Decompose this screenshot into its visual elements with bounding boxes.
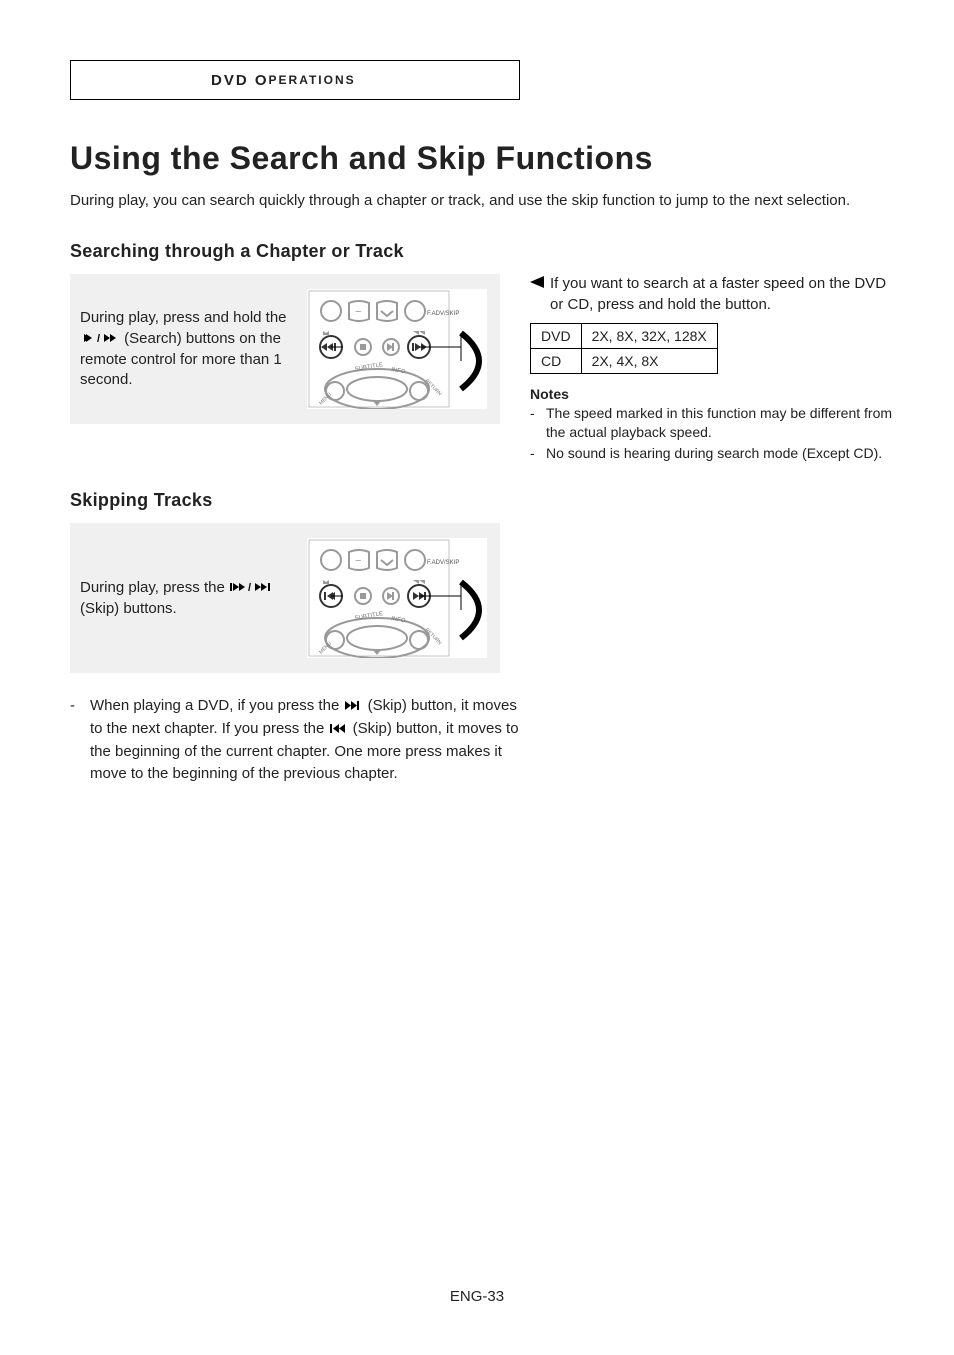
svg-text:F.ADV/SKIP: F.ADV/SKIP xyxy=(427,311,459,317)
skip-explanation: - When playing a DVD, if you press the (… xyxy=(70,695,899,784)
header-title-small: PERATIONS xyxy=(269,73,356,87)
remote-diagram-2: − F.ADV/SKIP xyxy=(307,538,487,658)
search-instruction-block: During play, press and hold the / (Searc… xyxy=(70,274,500,424)
section1-right: If you want to search at a faster speed … xyxy=(530,274,899,464)
page-title: Using the Search and Skip Functions xyxy=(70,140,899,177)
svg-text:−: − xyxy=(355,555,361,567)
remote-diagram-1: − F.ADV/SKIP xyxy=(307,289,487,409)
section1-heading: Searching through a Chapter or Track xyxy=(70,241,899,262)
speed-medium-0: DVD xyxy=(531,323,582,348)
svg-text:/: / xyxy=(97,333,100,344)
prev-track-icon xyxy=(328,719,348,741)
skip-instruction-block: During play, press the / (Skip) buttons. xyxy=(70,523,500,673)
skip-instruction-pre: During play, press the xyxy=(80,579,225,596)
notes-list: -The speed marked in this function may b… xyxy=(530,404,899,463)
pointer-left-icon xyxy=(530,274,544,294)
search-instruction-pre: During play, press and hold the xyxy=(80,309,287,326)
svg-text:F.ADV/SKIP: F.ADV/SKIP xyxy=(427,560,459,566)
header-title-main: DVD O xyxy=(211,72,269,89)
page-footer: ENG-33 xyxy=(0,1288,954,1305)
table-row: CD2X, 4X, 8X xyxy=(531,348,718,373)
next-track-icon xyxy=(343,696,363,718)
section2-heading: Skipping Tracks xyxy=(70,490,899,511)
section-header: DVD OPERATIONS xyxy=(70,60,520,100)
search-instruction-text: During play, press and hold the / (Searc… xyxy=(80,308,295,390)
notes-heading: Notes xyxy=(530,386,899,402)
skip-explain-pre: When playing a DVD, if you press the xyxy=(90,697,339,714)
rewind-ffwd-icon: / xyxy=(80,330,120,350)
skip-instruction-post: (Skip) buttons. xyxy=(80,600,177,617)
speed-medium-1: CD xyxy=(531,348,582,373)
table-row: DVD2X, 8X, 32X, 128X xyxy=(531,323,718,348)
speed-values-0: 2X, 8X, 32X, 128X xyxy=(581,323,717,348)
speed-table: DVD2X, 8X, 32X, 128X CD2X, 4X, 8X xyxy=(530,323,718,374)
note-0: The speed marked in this function may be… xyxy=(546,404,899,442)
note-1: No sound is hearing during search mode (… xyxy=(546,444,882,463)
faster-speed-text: If you want to search at a faster speed … xyxy=(550,274,899,315)
speed-values-1: 2X, 4X, 8X xyxy=(581,348,717,373)
svg-text:−: − xyxy=(355,306,361,318)
prev-next-track-icon: / xyxy=(229,579,273,599)
skip-instruction-text: During play, press the / (Skip) buttons. xyxy=(80,578,295,620)
intro-text: During play, you can search quickly thro… xyxy=(70,191,899,211)
svg-text:/: / xyxy=(248,582,251,593)
